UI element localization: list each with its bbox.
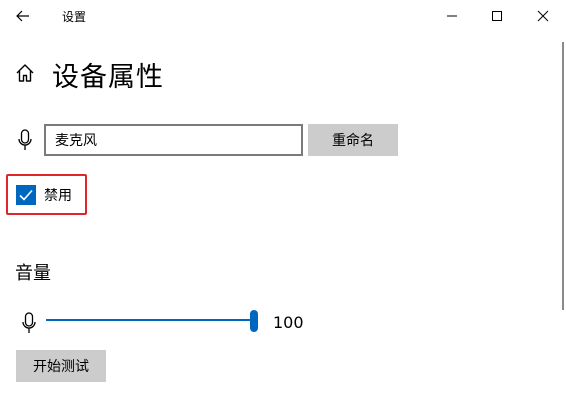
disable-checkbox[interactable] bbox=[16, 185, 36, 205]
microphone-icon bbox=[22, 312, 36, 333]
minimize-button[interactable] bbox=[429, 0, 475, 32]
volume-slider[interactable] bbox=[46, 308, 258, 334]
volume-title: 音量 bbox=[15, 263, 51, 284]
back-button[interactable] bbox=[6, 2, 40, 30]
page-title: 设备属性 bbox=[52, 62, 164, 93]
title-bar: 设置 bbox=[0, 0, 566, 32]
volume-value: 100 bbox=[273, 313, 304, 332]
scrollbar[interactable] bbox=[558, 40, 566, 411]
maximize-icon bbox=[492, 11, 502, 21]
disable-checkbox-row[interactable]: 禁用 bbox=[16, 185, 72, 205]
minimize-icon bbox=[447, 15, 457, 17]
close-icon bbox=[537, 10, 549, 22]
rename-button[interactable]: 重命名 bbox=[308, 124, 398, 156]
volume-slider-track bbox=[46, 319, 254, 321]
device-name-input[interactable] bbox=[44, 124, 303, 156]
microphone-icon bbox=[18, 129, 32, 150]
arrow-left-icon bbox=[16, 10, 29, 22]
volume-slider-thumb[interactable] bbox=[250, 310, 258, 332]
window-title: 设置 bbox=[62, 10, 87, 24]
maximize-button[interactable] bbox=[474, 0, 520, 32]
checkmark-icon bbox=[19, 189, 33, 201]
home-icon[interactable] bbox=[14, 62, 36, 84]
start-test-button[interactable]: 开始测试 bbox=[16, 350, 106, 382]
disable-label: 禁用 bbox=[44, 188, 72, 204]
close-button[interactable] bbox=[520, 0, 566, 32]
scrollbar-thumb[interactable] bbox=[562, 42, 564, 310]
